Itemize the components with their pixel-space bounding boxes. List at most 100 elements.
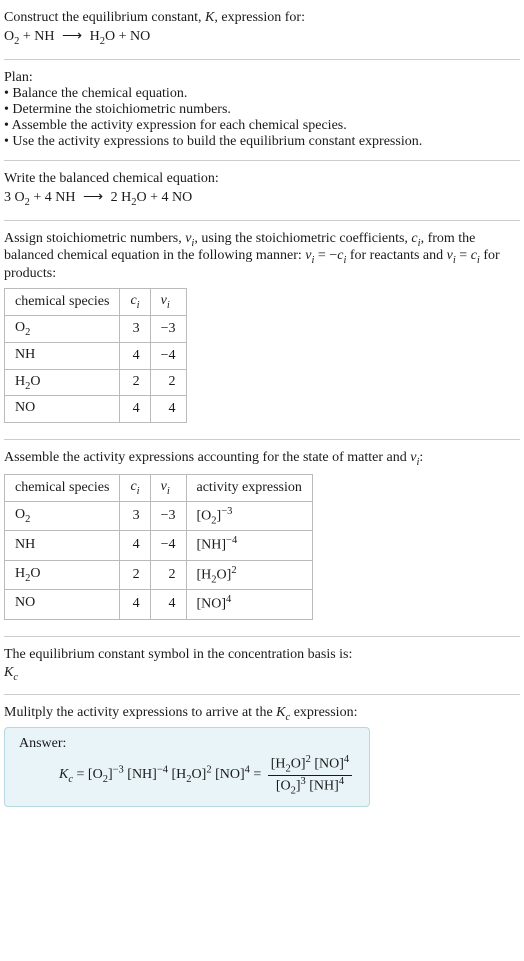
cell-species: O2 — [5, 315, 120, 342]
superscript: 4 — [344, 754, 349, 765]
header-c: ci — [120, 474, 150, 501]
cell-c: 4 — [120, 396, 150, 423]
cell-activity: [H2O]2 — [186, 560, 312, 589]
cell-species: NH — [5, 531, 120, 560]
table-row: NO 4 4 — [5, 396, 187, 423]
header-nu: νi — [150, 474, 186, 501]
text: 3 O — [4, 190, 25, 205]
cell-nu: 2 — [150, 369, 186, 396]
text: O + NO — [105, 29, 150, 44]
divider — [4, 694, 520, 695]
text: [NH] — [124, 767, 157, 782]
text: + NH — [19, 29, 58, 44]
table-row: H2O 2 2 — [5, 369, 187, 396]
text: O — [15, 507, 25, 522]
cell-nu: −4 — [150, 531, 186, 560]
denominator: [O2]3 [NH]4 — [268, 776, 352, 796]
subscript: 2 — [25, 514, 30, 525]
header-activity: activity expression — [186, 474, 312, 501]
final-section: Mulitply the activity expressions to arr… — [4, 699, 520, 813]
text: H — [15, 374, 25, 389]
plan-item: • Assemble the activity expression for e… — [4, 118, 520, 134]
cell-species: O2 — [5, 501, 120, 530]
cell-c: 3 — [120, 315, 150, 342]
text: Assemble the activity expressions accoun… — [4, 450, 410, 465]
stoichiometry-table: chemical species ci νi O2 3 −3 NH 4 −4 H… — [4, 288, 187, 423]
numerator: [H2O]2 [NO]4 — [268, 754, 352, 775]
text: [H — [197, 567, 212, 582]
text: for reactants and — [346, 248, 446, 263]
divider — [4, 439, 520, 440]
cell-c: 4 — [120, 531, 150, 560]
variable-K: K — [205, 10, 214, 25]
text: [NH] — [197, 538, 227, 553]
text: [NO] — [197, 597, 227, 612]
text: , expression for: — [214, 10, 305, 25]
species: H — [86, 29, 100, 44]
arrow-icon: ⟶ — [62, 28, 82, 45]
cell-species: NO — [5, 590, 120, 619]
table-row: H2O 2 2 [H2O]2 — [5, 560, 313, 589]
text: O + 4 NO — [136, 190, 192, 205]
cell-nu: −3 — [150, 501, 186, 530]
basis-section: The equilibrium constant symbol in the c… — [4, 641, 520, 691]
basis-text: The equilibrium constant symbol in the c… — [4, 647, 520, 663]
intro-line1: Construct the equilibrium constant, K, e… — [4, 10, 520, 26]
superscript: −3 — [221, 506, 232, 517]
superscript: 4 — [339, 776, 344, 787]
text: NH — [15, 347, 35, 362]
arrow-icon: ⟶ — [83, 189, 103, 206]
plan-item: • Determine the stoichiometric numbers. — [4, 102, 520, 118]
plan-title: Plan: — [4, 70, 520, 86]
basis-symbol: Kc — [4, 663, 520, 685]
text: [O — [197, 508, 212, 523]
cell-species: NH — [5, 342, 120, 369]
superscript: −4 — [226, 535, 237, 546]
text: = − — [314, 248, 337, 263]
text: H — [15, 566, 25, 581]
text: Construct the equilibrium constant, — [4, 10, 205, 25]
balanced-section: Write the balanced chemical equation: 3 … — [4, 165, 520, 216]
intro-section: Construct the equilibrium constant, K, e… — [4, 4, 520, 55]
cell-nu: 4 — [150, 590, 186, 619]
header-c: ci — [120, 289, 150, 316]
table-row: O2 3 −3 — [5, 315, 187, 342]
table-header-row: chemical species ci νi activity expressi… — [5, 474, 313, 501]
plan-item: • Balance the chemical equation. — [4, 86, 520, 102]
text: expression: — [290, 705, 357, 720]
variable-K: K — [4, 665, 13, 680]
cell-nu: −4 — [150, 342, 186, 369]
variable-K: K — [59, 767, 68, 782]
text: Assign stoichiometric numbers, — [4, 231, 185, 246]
superscript: −4 — [157, 765, 168, 776]
text: [H — [168, 767, 186, 782]
table-header-row: chemical species ci νi — [5, 289, 187, 316]
balanced-title: Write the balanced chemical equation: — [4, 171, 520, 187]
cell-nu: 2 — [150, 560, 186, 589]
text: = — [456, 248, 471, 263]
activity-table: chemical species ci νi activity expressi… — [4, 474, 313, 620]
plan-item: • Use the activity expressions to build … — [4, 134, 520, 150]
text: , using the stoichiometric coefficients, — [194, 231, 411, 246]
text: + 4 NH — [30, 190, 79, 205]
superscript: 2 — [231, 565, 236, 576]
answer-box: Answer: Kc = [O2]−3 [NH]−4 [H2O]2 [NO]4 … — [4, 727, 370, 807]
cell-species: NO — [5, 396, 120, 423]
variable-K: K — [276, 705, 285, 720]
cell-c: 2 — [120, 369, 150, 396]
superscript: −3 — [113, 765, 124, 776]
cell-species: H2O — [5, 369, 120, 396]
fraction: [H2O]2 [NO]4[O2]3 [NH]4 — [268, 754, 352, 796]
cell-c: 4 — [120, 342, 150, 369]
species: O — [4, 29, 14, 44]
cell-nu: −3 — [150, 315, 186, 342]
text: [H — [271, 757, 286, 772]
answer-equation: Kc = [O2]−3 [NH]−4 [H2O]2 [NO]4 = [H2O]2… — [59, 752, 355, 798]
final-text: Mulitply the activity expressions to arr… — [4, 705, 520, 723]
cell-nu: 4 — [150, 396, 186, 423]
cell-activity: [NH]−4 — [186, 531, 312, 560]
cell-c: 4 — [120, 590, 150, 619]
subscript: i — [137, 486, 140, 497]
text: [NO] — [311, 757, 344, 772]
text: O] — [217, 567, 232, 582]
